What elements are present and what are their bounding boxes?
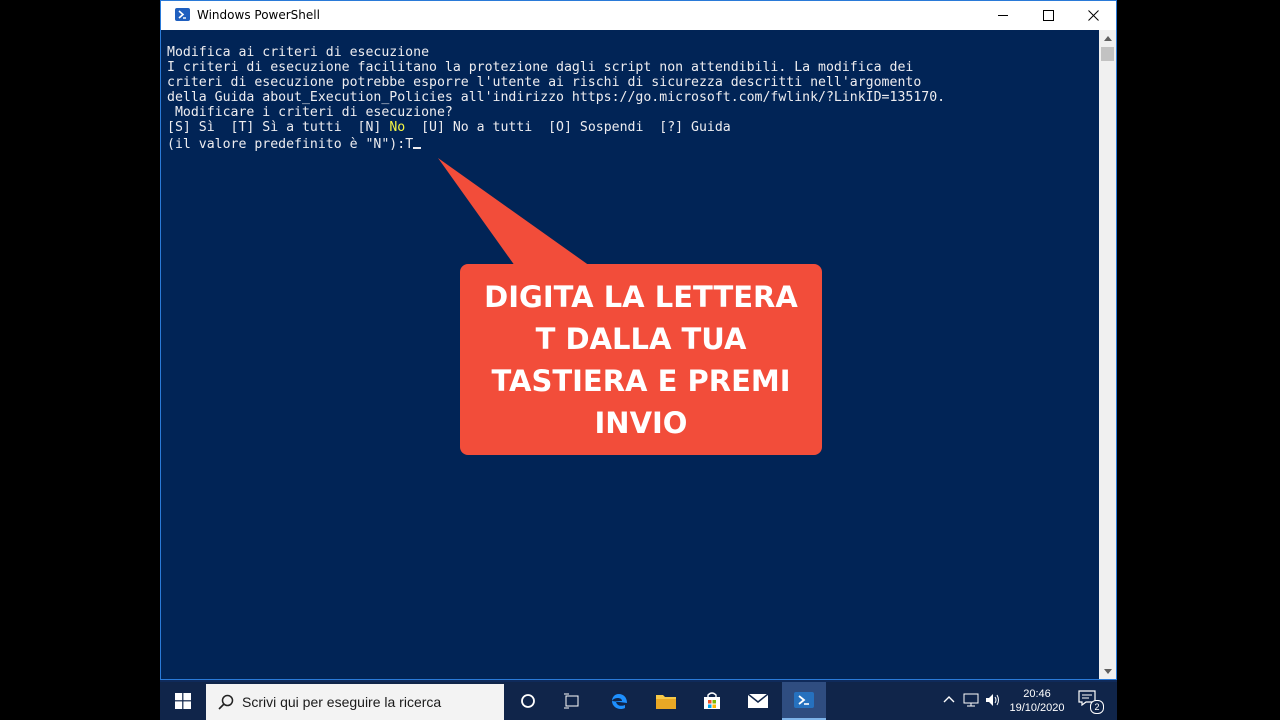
volume-icon[interactable] [985, 693, 1001, 707]
store-icon [704, 692, 720, 709]
network-icon[interactable] [963, 693, 979, 707]
search-icon [218, 694, 234, 710]
clock-date: 19/10/2020 [1009, 702, 1065, 714]
search-placeholder: Scrivi qui per eseguire la ricerca [242, 694, 442, 710]
task-view-button-2[interactable] [550, 682, 594, 720]
notification-badge: 2 [1090, 700, 1104, 714]
taskbar: Scrivi qui per eseguire la ricerca 20:46… [160, 682, 1117, 720]
task-view-icon [564, 693, 579, 709]
action-center-button[interactable]: 2 [1078, 690, 1104, 714]
file-explorer-icon [656, 695, 676, 709]
mail-icon [748, 694, 768, 708]
search-box[interactable]: Scrivi qui per eseguire la ricerca [206, 684, 504, 720]
powershell-taskbar-button[interactable] [782, 682, 826, 720]
edge-taskbar-button[interactable] [598, 682, 642, 720]
chevron-up-icon[interactable] [943, 695, 955, 703]
powershell-icon [794, 692, 814, 708]
file-explorer-button[interactable] [644, 682, 688, 720]
windows-logo-icon [174, 693, 191, 709]
callout-text: DIGITA LA LETTERA T DALLA TUA TASTIERA E… [484, 279, 798, 440]
clock-time: 20:46 [1023, 688, 1051, 700]
store-button[interactable] [690, 682, 734, 720]
system-clock[interactable]: 20:46 19/10/2020 [1008, 687, 1066, 715]
start-button[interactable] [160, 682, 205, 720]
task-view-button[interactable] [506, 682, 550, 720]
instruction-callout: DIGITA LA LETTERA T DALLA TUA TASTIERA E… [460, 264, 822, 455]
mail-button[interactable] [736, 682, 780, 720]
edge-icon [612, 694, 627, 710]
desktop: Windows PowerShell Modifica ai criteri d… [160, 0, 1117, 720]
cortana-icon [521, 694, 535, 708]
